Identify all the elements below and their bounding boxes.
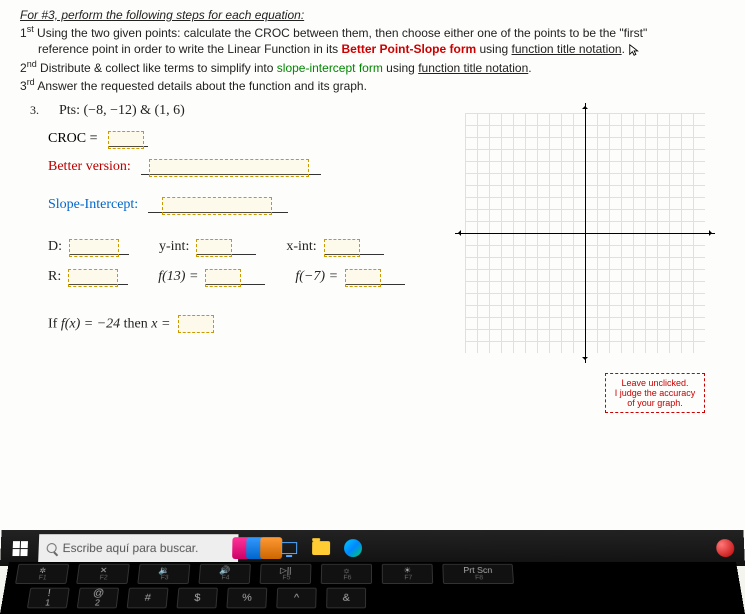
search-placeholder: Escribe aquí para buscar. (62, 541, 198, 555)
key-f3[interactable]: 🔉F3 (137, 564, 190, 584)
grading-note: Leave unclicked. I judge the accuracy of… (605, 373, 705, 413)
answer-box[interactable] (324, 239, 360, 257)
key-f4[interactable]: 🔊F4 (198, 564, 250, 584)
tray-app[interactable] (712, 535, 739, 561)
better-blank[interactable] (141, 159, 321, 175)
edge-icon (344, 539, 362, 557)
points-given: Pts: (−8, −12) & (1, 6) (59, 103, 185, 119)
answer-box[interactable] (149, 159, 309, 177)
laptop-keyboard: ✲F1 ✕F2 🔉F3 🔊F4 ▷||F5 ☼F6 ☀F7 Prt ScnF8 … (0, 562, 745, 614)
instructions-header: For #3, perform the following steps for … (20, 8, 725, 93)
key-3[interactable]: # (127, 588, 169, 609)
key-f5[interactable]: ▷||F5 (260, 564, 312, 584)
question-3-fields: 3. Pts: (−8, −12) & (1, 6) CROC = Better… (20, 103, 445, 413)
y-axis (585, 103, 586, 363)
step-1: 1st Using the two given points: calculat… (20, 24, 725, 40)
key-f6[interactable]: ☼F6 (321, 564, 372, 584)
question-3: 3. Pts: (−8, −12) & (1, 6) CROC = Better… (20, 103, 725, 413)
worksheet-page: For #3, perform the following steps for … (0, 0, 745, 554)
answer-box[interactable] (162, 197, 272, 215)
step-3: 3rd Answer the requested details about t… (20, 77, 725, 93)
key-f1[interactable]: ✲F1 (15, 564, 69, 584)
key-2[interactable]: @2 (77, 588, 119, 609)
key-1[interactable]: !1 (27, 588, 70, 609)
croc-field: CROC = (48, 131, 445, 147)
better-version-field: Better version: (48, 159, 445, 175)
answer-box[interactable] (108, 131, 144, 149)
fneg7-field: f(−7) = (295, 269, 405, 285)
f13-field: f(13) = (158, 269, 265, 285)
question-number: 3. (30, 103, 39, 118)
slope-intercept-field: Slope-Intercept: (48, 197, 445, 213)
step-2: 2nd Distribute & collect like terms to s… (20, 59, 725, 75)
range-field: R: (48, 269, 128, 285)
taskbar-app-stickers[interactable] (244, 535, 270, 561)
folder-icon (312, 541, 330, 555)
key-5[interactable]: % (226, 588, 267, 609)
taskbar-search[interactable]: Escribe aquí para buscar. (38, 534, 238, 562)
answer-box[interactable] (178, 315, 214, 333)
croc-blank[interactable] (108, 131, 148, 147)
red-orb-icon (716, 539, 735, 557)
key-4[interactable]: $ (177, 588, 218, 609)
windows-logo-icon (12, 541, 28, 556)
solve-for-x-field: If f(x) = −24 then x = (48, 315, 445, 334)
step-1b: reference point in order to write the Li… (20, 42, 725, 57)
mouse-cursor-icon (628, 43, 642, 57)
edge-browser-button[interactable] (340, 535, 366, 561)
answer-box[interactable] (196, 239, 232, 257)
answer-box[interactable] (345, 269, 381, 287)
key-f7[interactable]: ☀F7 (382, 564, 433, 584)
search-icon (46, 543, 56, 553)
instructions-title: For #3, perform the following steps for … (20, 8, 725, 22)
file-explorer-button[interactable] (308, 535, 334, 561)
answer-box[interactable] (68, 269, 118, 287)
answer-box[interactable] (205, 269, 241, 287)
slope-blank[interactable] (148, 197, 288, 213)
graph-area: Leave unclicked. I judge the accuracy of… (465, 103, 725, 413)
answer-box[interactable] (69, 239, 119, 257)
xint-field: x-int: (286, 239, 383, 255)
key-f2[interactable]: ✕F2 (76, 564, 130, 584)
task-view-button[interactable] (276, 535, 302, 561)
start-button[interactable] (6, 535, 33, 561)
key-6[interactable]: ^ (276, 588, 316, 609)
windows-taskbar: Escribe aquí para buscar. (0, 530, 745, 566)
task-view-icon (281, 542, 297, 554)
yint-field: y-int: (159, 239, 256, 255)
key-prtscn[interactable]: Prt ScnF8 (442, 564, 514, 584)
coordinate-grid[interactable] (465, 113, 705, 353)
domain-field: D: (48, 239, 129, 255)
key-7[interactable]: & (326, 588, 366, 609)
